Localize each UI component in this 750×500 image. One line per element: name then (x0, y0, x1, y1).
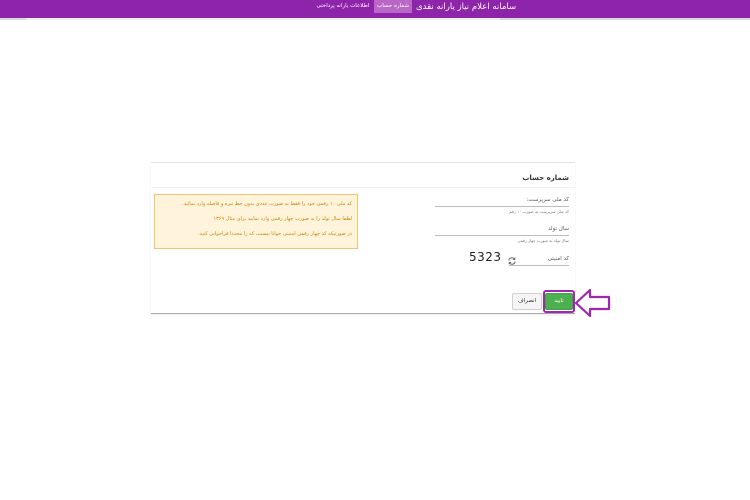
header-underline-left (0, 18, 26, 20)
title-divider (151, 187, 575, 188)
pointer-arrow-icon (574, 288, 611, 318)
cancel-button[interactable]: انصراف (512, 293, 542, 310)
header-underline-right (500, 18, 750, 20)
birth-year-label: سال تولد (548, 226, 569, 232)
instruction-national-id: کد ملی ۱۰ رقمی خود را فقط به صورت عددی ب… (182, 201, 352, 207)
captcha-image: 5323 (469, 250, 502, 264)
account-form-card: شماره حساب کد ملی ۱۰ رقمی خود را فقط به … (151, 162, 575, 314)
instruction-birth-year: لطفا سال تولد را به صورت چهار رقمی وارد … (213, 216, 352, 222)
form-title: شماره حساب (522, 174, 569, 182)
captcha-field[interactable]: کد امنیتی (509, 256, 569, 266)
instruction-captcha: در صورتیکه کد چهار رقمی امنیتی خوانا نیس… (198, 231, 352, 237)
instructions-alert: کد ملی ۱۰ رقمی خود را فقط به صورت عددی ب… (154, 194, 358, 249)
captcha-label: کد امنیتی (547, 256, 569, 262)
birth-year-input[interactable] (435, 235, 569, 236)
birth-year-hint: سال تولد به صورت چهار رقمی (517, 238, 569, 243)
birth-year-field[interactable]: سال تولد سال تولد به صورت چهار رقمی (435, 226, 569, 243)
captcha-input[interactable] (509, 265, 569, 266)
tab-account-number[interactable]: شماره حساب (374, 0, 412, 13)
national-id-field[interactable]: کد ملی سرپرست: کد ملی سرپرست به صورت ۱۰ … (435, 197, 569, 214)
refresh-icon[interactable] (507, 256, 517, 266)
national-id-input[interactable] (435, 206, 569, 207)
top-header-bar: اطلاعات یارانه پرداختی شماره حساب سامانه… (0, 0, 750, 18)
confirm-highlight-box (543, 290, 575, 313)
national-id-hint: کد ملی سرپرست به صورت ۱۰ رقم (509, 209, 569, 214)
app-title: سامانه اعلام نیاز یارانه نقدی (416, 2, 517, 12)
national-id-label: کد ملی سرپرست: (526, 197, 569, 203)
tab-payment-info[interactable]: اطلاعات یارانه پرداختی (316, 0, 370, 13)
